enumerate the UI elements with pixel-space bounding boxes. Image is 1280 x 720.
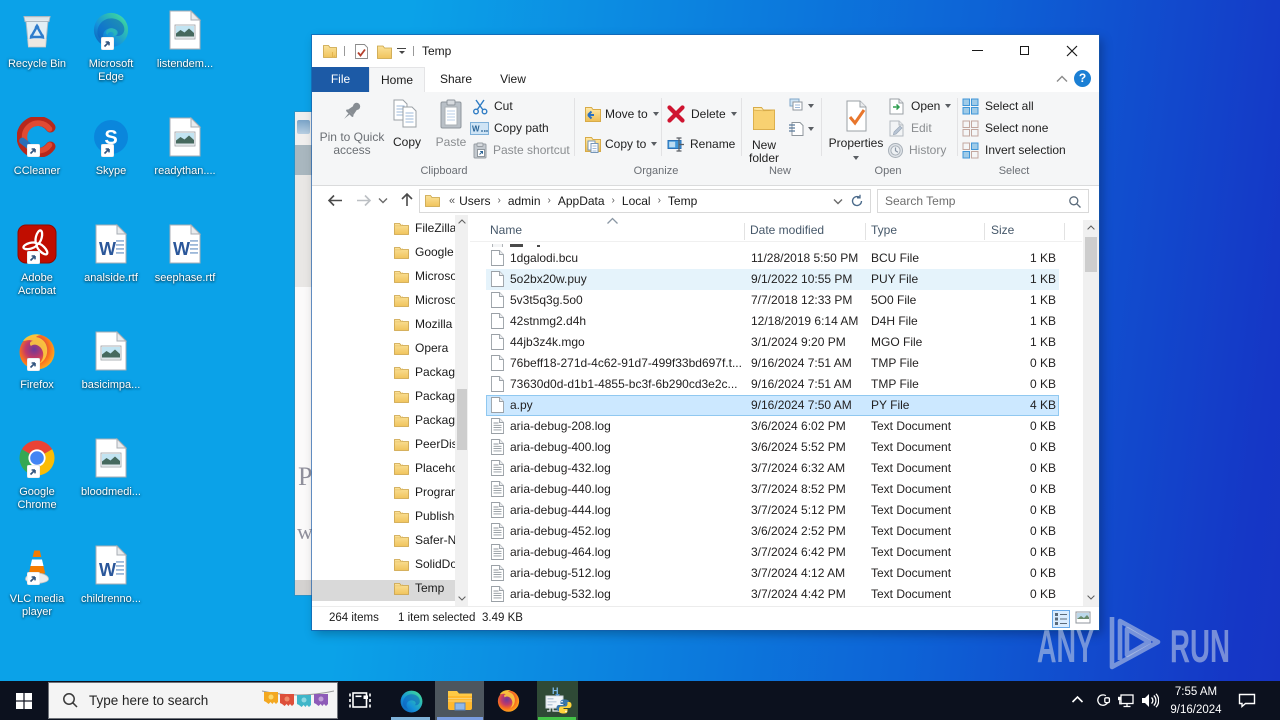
svg-text:W: W bbox=[472, 124, 480, 133]
svg-text:9/16/2024: 9/16/2024 bbox=[1170, 704, 1222, 716]
svg-text:W: W bbox=[99, 239, 116, 259]
svg-text:W: W bbox=[99, 560, 116, 580]
svg-text:RUN: RUN bbox=[1170, 620, 1230, 672]
svg-text:ANY: ANY bbox=[1037, 620, 1094, 672]
svg-text:7:55 AM: 7:55 AM bbox=[1175, 686, 1217, 698]
svg-text:W: W bbox=[173, 239, 190, 259]
